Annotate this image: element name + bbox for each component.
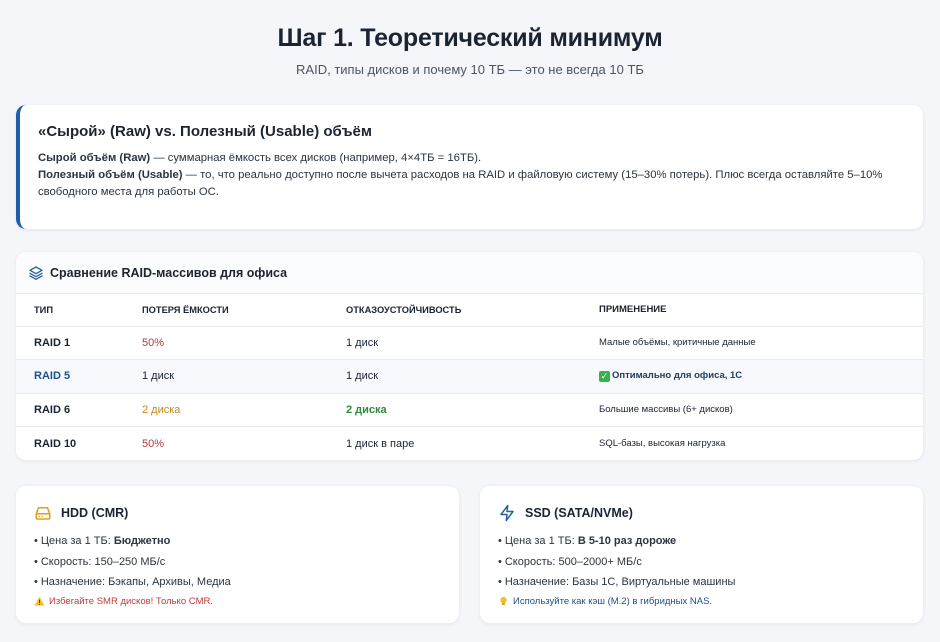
raid-comparison-card: Сравнение RAID-массивов для офиса ТИП ПО…: [16, 252, 923, 460]
hdd-card: HDD (CMR) • Цена за 1 ТБ: Бюджетно • Скоро…: [16, 486, 459, 623]
column-header-fault: ОТКАЗОУСТОЙЧИВОСТЬ: [346, 304, 462, 315]
raid-type: RAID 6: [16, 392, 142, 427]
hdd-speed: • Скорость: 150–250 МБ/с: [34, 555, 166, 568]
ssd-speed: • Скорость: 500–2000+ МБ/с: [498, 555, 642, 568]
ssd-card: SSD (SATA/NVMe) • Цена за 1 ТБ: В 5-10 ра…: [480, 486, 923, 623]
usage: Малые объёмы, критичные данные: [599, 325, 923, 360]
usage: SQL-базы, высокая нагрузка: [599, 426, 923, 460]
table-row: RAID 10 50% 1 диск в паре SQL-базы, высо…: [16, 426, 923, 460]
warning-icon: [34, 596, 45, 606]
hdd-warning: Избегайте SMR дисков! Только CMR.: [34, 596, 441, 607]
lightning-icon: [500, 504, 514, 522]
fault-tolerance: 1 диск: [346, 325, 599, 360]
usage: Оптимально для офиса, 1С: [612, 370, 743, 382]
raid-table-header: Сравнение RAID-массивов для офиса: [16, 252, 923, 294]
raw-vs-usable-card: «Сырой» (Raw) vs. Полезный (Usable) объё…: [16, 105, 923, 229]
hdd-purpose: • Назначение: Бэкапы, Архивы, Медиа: [34, 576, 231, 588]
hard-drive-icon: [35, 507, 51, 520]
table-row: RAID 5 1 диск 1 диск ✓ Оптимально для офи…: [16, 359, 923, 393]
hdd-price: • Цена за 1 ТБ: Бюджетно: [34, 535, 171, 547]
page-title: Шаг 1. Теоретический минимум: [277, 24, 663, 52]
capacity-loss: 1 диск: [142, 359, 346, 393]
hdd-price-value: Бюджетно: [113, 535, 171, 547]
table-row: RAID 6 2 диска 2 диска Большие массивы (…: [16, 392, 923, 427]
raid-type: RAID 10: [16, 426, 142, 460]
checkmark-icon: ✓: [599, 371, 610, 383]
raid-type: RAID 1: [16, 325, 142, 360]
fault-tolerance: 1 диск: [346, 359, 599, 393]
table-row: RAID 1 50% 1 диск Малые объёмы, критичны…: [16, 325, 923, 360]
info-title: «Сырой» (Raw) vs. Полезный (Usable) объё…: [38, 123, 372, 140]
lightbulb-icon: [500, 596, 507, 605]
table-header-row: ТИП ПОТЕРЯ ЁМКОСТИ ОТКАЗОУСТОЙЧИВОСТЬ ПР…: [16, 294, 923, 326]
usage: Большие массивы (6+ дисков): [599, 392, 923, 427]
column-header-type: ТИП: [34, 304, 54, 315]
ssd-tip: Используйте как кэш (M.2) в гибридных NA…: [498, 596, 905, 607]
raid-type: RAID 5: [16, 359, 142, 393]
usable-label: Полезный объём (Usable): [38, 169, 183, 181]
fault-tolerance: 1 диск в паре: [346, 426, 599, 460]
fault-tolerance: 2 диска: [346, 392, 599, 427]
ssd-price: • Цена за 1 ТБ: В 5-10 раз дороже: [498, 535, 677, 547]
info-text: Сырой объём (Raw) — суммарная ёмкость вс…: [38, 150, 907, 201]
layers-icon: [28, 265, 44, 281]
column-header-usage: ПРИМЕНЕНИЕ: [599, 304, 667, 316]
ssd-price-value: В 5-10 раз дороже: [577, 535, 677, 547]
raw-label: Сырой объём (Raw): [38, 152, 151, 164]
hdd-title: HDD (CMR): [61, 506, 129, 520]
page-subtitle: RAID, типы дисков и почему 10 ТБ — это н…: [296, 62, 644, 77]
ssd-purpose: • Назначение: Базы 1С, Виртуальные машины: [498, 576, 736, 588]
capacity-loss: 50%: [142, 426, 346, 460]
column-header-loss: ПОТЕРЯ ЁМКОСТИ: [142, 304, 229, 315]
raid-table-title: Сравнение RAID-массивов для офиса: [50, 265, 288, 280]
ssd-title: SSD (SATA/NVMe): [525, 506, 633, 520]
capacity-loss: 50%: [142, 325, 346, 360]
capacity-loss: 2 диска: [142, 392, 346, 427]
page-header: Шаг 1. Теоретический минимум RAID, типы …: [0, 0, 940, 77]
raid-table: ТИП ПОТЕРЯ ЁМКОСТИ ОТКАЗОУСТОЙЧИВОСТЬ ПР…: [16, 294, 923, 460]
raw-text: — суммарная ёмкость всех дисков (наприме…: [150, 152, 482, 164]
